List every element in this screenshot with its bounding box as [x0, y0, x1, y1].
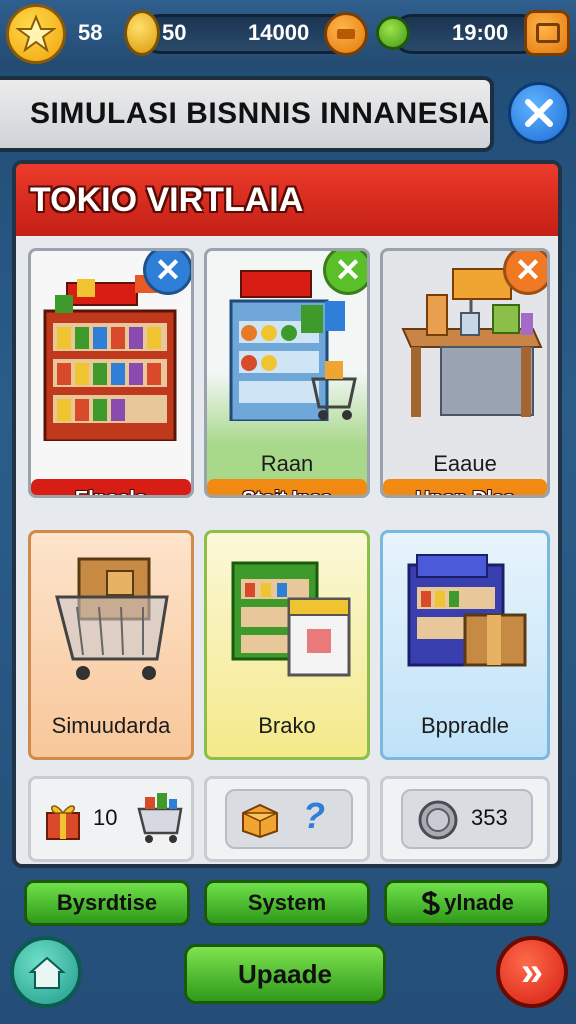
card-button-1-label: Elpoalo: [75, 488, 147, 496]
upgrade-small-button[interactable]: ylnade: [384, 880, 550, 926]
star-icon[interactable]: [6, 4, 66, 64]
store-card-market[interactable]: ✕ Raan Stoit Inea: [204, 248, 370, 498]
stock-shelf-icon: [407, 554, 527, 667]
coin-stat-card[interactable]: 353: [380, 776, 550, 862]
top-bar: 58 50 14000 19:00: [0, 0, 576, 70]
upgrade-small-label: ylnade: [444, 890, 514, 915]
coin-icon: [124, 10, 160, 56]
card-button-2[interactable]: Stoit Inea: [207, 479, 367, 496]
money-count: 14000: [248, 20, 310, 45]
dollar-icon: [422, 891, 440, 915]
game-title: SIMULASI BISNNIS INNANESIA: [30, 97, 490, 130]
close-icon[interactable]: ✕: [503, 251, 547, 295]
panel-header: TOKIO VIRTLAIA: [16, 164, 558, 236]
help-icon: ?: [303, 795, 325, 836]
store-panel: TOKIO VIRTLAIA ✕ Elpoalo: [12, 160, 562, 868]
title-bar: SIMULASI BISNNIS INNANESIA: [0, 76, 494, 152]
close-icon: [525, 99, 553, 127]
next-button[interactable]: »: [496, 936, 568, 1008]
stars-count: 58: [78, 20, 103, 45]
help-stat-card[interactable]: ?: [204, 776, 370, 862]
gift-stat-card[interactable]: 10: [28, 776, 194, 862]
card-label-4: Simuudarda: [51, 713, 171, 738]
home-button[interactable]: [10, 936, 82, 1008]
coins-count: 50: [162, 20, 187, 45]
house-icon: [28, 956, 66, 989]
card-label-6: Bppradle: [420, 713, 510, 738]
gift-icon: [46, 805, 80, 840]
box-icon: [242, 803, 278, 839]
upgrade-button[interactable]: Upaade: [184, 944, 386, 1004]
card-label-2: Raan: [260, 451, 314, 476]
card-label-3: Eaaue: [433, 451, 497, 476]
gem-icon: [376, 16, 410, 50]
close-button[interactable]: [508, 82, 570, 144]
buy-button-label: Bysrdtise: [56, 890, 158, 915]
store-card-counter[interactable]: ✕ Eaaue Hpon Dles: [380, 248, 550, 498]
card-button-2-label: Stoit Inea: [242, 488, 332, 496]
system-button-label: System: [247, 890, 327, 915]
card-button-3[interactable]: Hpon Dles: [383, 479, 547, 496]
store-card-shelf[interactable]: ✕ Elpoalo: [28, 248, 194, 498]
cart-icon: [137, 793, 183, 843]
store-card-fridge[interactable]: Brako: [204, 530, 370, 760]
card-button-1[interactable]: Elpoalo: [31, 479, 191, 496]
gift-count: 10: [93, 805, 118, 830]
card-button-3-label: Hpon Dles: [416, 488, 515, 496]
calendar-icon[interactable]: [524, 10, 570, 56]
fridge-icon: [231, 561, 351, 677]
time-display: 19:00: [452, 20, 509, 45]
buy-button[interactable]: Bysrdtise: [24, 880, 190, 926]
close-icon[interactable]: ✕: [323, 251, 367, 295]
panel-title: TOKIO VIRTLAIA: [30, 180, 304, 219]
card-label-5: Brako: [258, 713, 316, 738]
store-card-stock[interactable]: Bppradle: [380, 530, 550, 760]
system-button[interactable]: System: [204, 880, 370, 926]
next-arrow-icon: »: [520, 950, 544, 994]
add-money-icon[interactable]: [324, 12, 368, 56]
shopping-cart-icon: [55, 557, 169, 680]
coin-stat-count: 353: [471, 805, 508, 830]
upgrade-button-label: Upaade: [238, 958, 332, 989]
store-card-cart[interactable]: Simuudarda: [28, 530, 194, 760]
silver-coin-icon: [418, 800, 458, 840]
